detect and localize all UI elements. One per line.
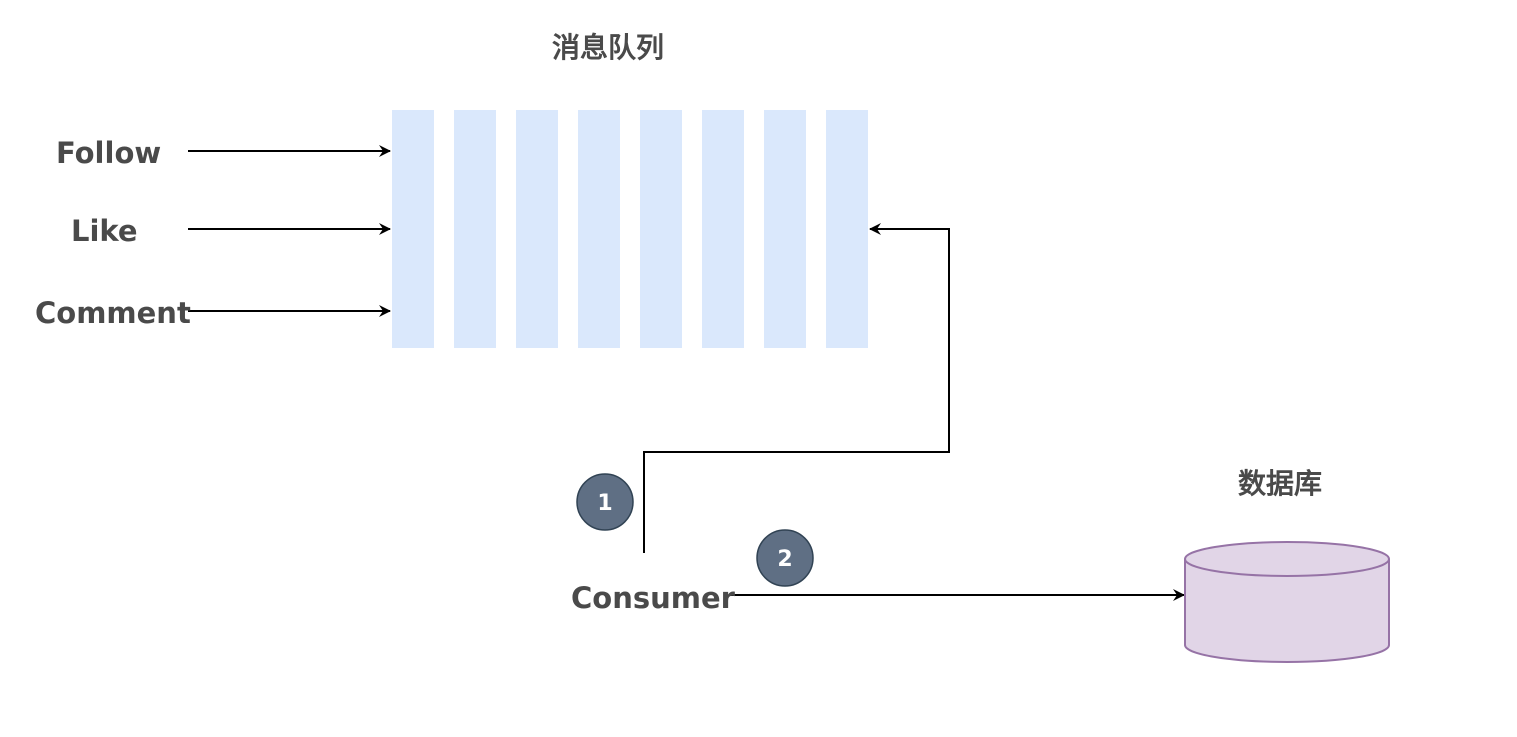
producer-label-comment: Comment	[35, 296, 191, 330]
consumer-label: Consumer	[571, 581, 735, 615]
step-badge-2: 2	[756, 529, 814, 587]
queue-slot	[454, 110, 496, 348]
message-queue	[392, 110, 868, 348]
database-title: 数据库	[1238, 467, 1323, 500]
queue-title: 消息队列	[552, 31, 665, 64]
queue-slot	[640, 110, 682, 348]
queue-slot	[516, 110, 558, 348]
producer-label-like: Like	[71, 214, 138, 248]
architecture-diagram: 1 2	[188, 110, 1390, 663]
producer-label-follow: Follow	[56, 136, 162, 170]
queue-slot	[702, 110, 744, 348]
queue-slot	[392, 110, 434, 348]
step-number: 2	[777, 547, 792, 572]
queue-slot	[764, 110, 806, 348]
database-cylinder	[1184, 541, 1390, 663]
queue-slot	[578, 110, 620, 348]
step-badge-1: 1	[576, 473, 634, 531]
queue-slot	[826, 110, 868, 348]
step-number: 1	[597, 491, 612, 516]
